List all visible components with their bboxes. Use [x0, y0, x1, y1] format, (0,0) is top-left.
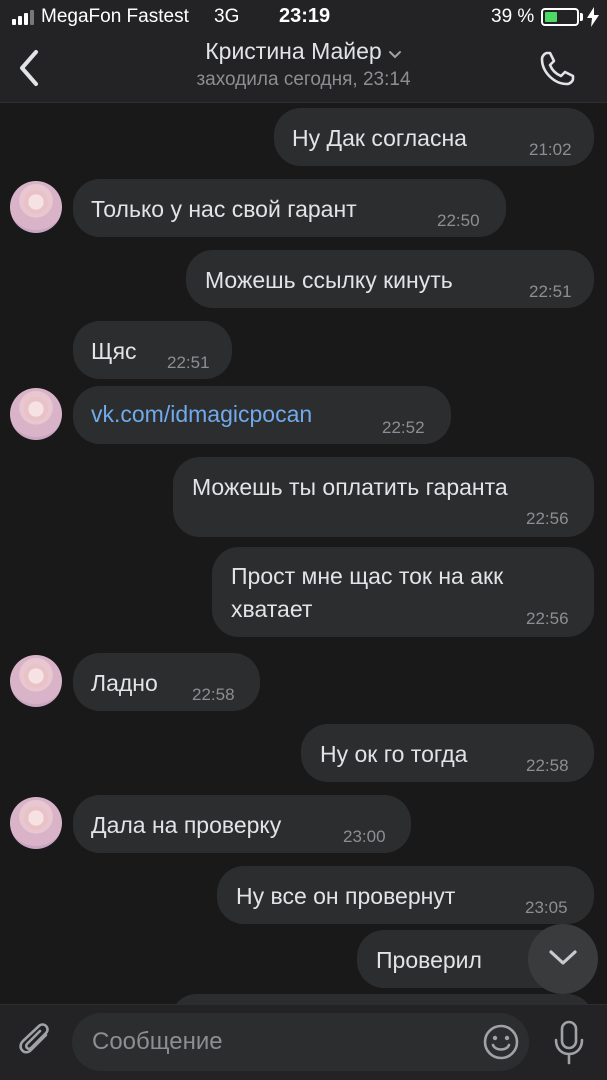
message-outgoing[interactable]: Ну все он провернут 23:05 [217, 866, 594, 924]
message-text: Прост мне щас ток на акк [231, 563, 504, 589]
message-outgoing[interactable]: Ну Дак согласна 21:02 [274, 108, 594, 166]
message-time: 22:58 [526, 756, 569, 775]
message-text: Можешь ссылку кинуть [205, 267, 453, 293]
message-outgoing[interactable]: Прост мне щас ток на акк хватает 22:56 [212, 547, 594, 637]
message-incoming[interactable]: vk.com/idmagicpocan 22:52 [73, 386, 451, 444]
contact-name[interactable]: Кристина Майер [205, 38, 381, 65]
back-chevron-icon[interactable] [16, 48, 42, 88]
message-text: Ну все он провернут [236, 883, 456, 909]
last-seen-status: заходила сегодня, 23:14 [196, 69, 411, 90]
smile-icon[interactable] [482, 1023, 520, 1061]
battery-icon [541, 8, 579, 26]
chevron-down-icon[interactable] [388, 50, 402, 60]
battery-percent: 39 % [491, 6, 535, 27]
message-text: Ну Дак согласна [292, 125, 467, 151]
message-outgoing[interactable]: Ну ок го тогда 22:58 [301, 724, 594, 782]
message-text: Можешь ты оплатить гаранта [192, 474, 508, 500]
message-time: 22:52 [382, 418, 425, 437]
message-list[interactable]: Ну Дак согласна 21:02 Только у нас свой … [0, 104, 607, 1004]
message-outgoing[interactable] [170, 994, 594, 1004]
message-text: Проверил [376, 947, 482, 973]
message-incoming[interactable]: Щяс 22:51 [73, 321, 232, 379]
message-time: 22:56 [526, 509, 569, 528]
message-text: Дала на проверку [91, 812, 282, 838]
message-incoming[interactable]: Ладно 22:58 [73, 653, 260, 711]
battery-level-fill [545, 12, 557, 22]
avatar[interactable] [10, 181, 62, 233]
status-bar: MegaFon Fastest 3G 23:19 39 % [0, 0, 607, 32]
message-incoming[interactable]: Дала на проверку 23:00 [73, 795, 411, 853]
message-outgoing[interactable]: Можешь ты оплатить гаранта 22:56 [173, 457, 594, 537]
status-time: 23:19 [279, 5, 331, 27]
message-text: Только у нас свой гарант [91, 196, 357, 222]
avatar[interactable] [10, 797, 62, 849]
phone-icon[interactable] [538, 50, 576, 88]
message-time: 21:02 [529, 140, 572, 159]
message-time: 23:05 [525, 898, 568, 917]
message-text: Ну ок го тогда [320, 741, 468, 767]
chevron-down-icon [549, 950, 577, 965]
message-text: хватает [231, 596, 313, 622]
avatar[interactable] [10, 388, 62, 440]
message-time: 23:00 [343, 827, 386, 846]
message-link[interactable]: vk.com/idmagicpocan [91, 398, 312, 431]
message-incoming[interactable]: Только у нас свой гарант 22:50 [73, 179, 506, 237]
battery-tip [580, 13, 583, 21]
message-input[interactable] [92, 1023, 472, 1061]
chat-header: Кристина Майер заходила сегодня, 23:14 [0, 32, 607, 103]
message-time: 22:51 [167, 353, 210, 372]
message-time: 22:56 [526, 609, 569, 628]
message-field[interactable] [72, 1013, 529, 1071]
message-text: Ладно [91, 670, 158, 696]
message-composer [0, 1004, 607, 1080]
microphone-icon[interactable] [552, 1020, 586, 1066]
signal-strength-icon [12, 10, 34, 25]
avatar[interactable] [10, 655, 62, 707]
message-time: 22:51 [529, 282, 572, 301]
message-outgoing[interactable]: Можешь ссылку кинуть 22:51 [186, 250, 594, 308]
contact-title[interactable]: Кристина Майер заходила сегодня, 23:14 [120, 38, 487, 91]
scroll-to-bottom-button[interactable] [528, 924, 598, 994]
carrier-name: MegaFon Fastest [41, 6, 189, 27]
charging-bolt-icon [587, 7, 599, 27]
message-time: 22:50 [437, 211, 480, 230]
paperclip-icon[interactable] [16, 1021, 56, 1063]
message-text: Щяс [91, 338, 137, 364]
network-type: 3G [214, 6, 240, 27]
message-time: 22:58 [192, 685, 235, 704]
